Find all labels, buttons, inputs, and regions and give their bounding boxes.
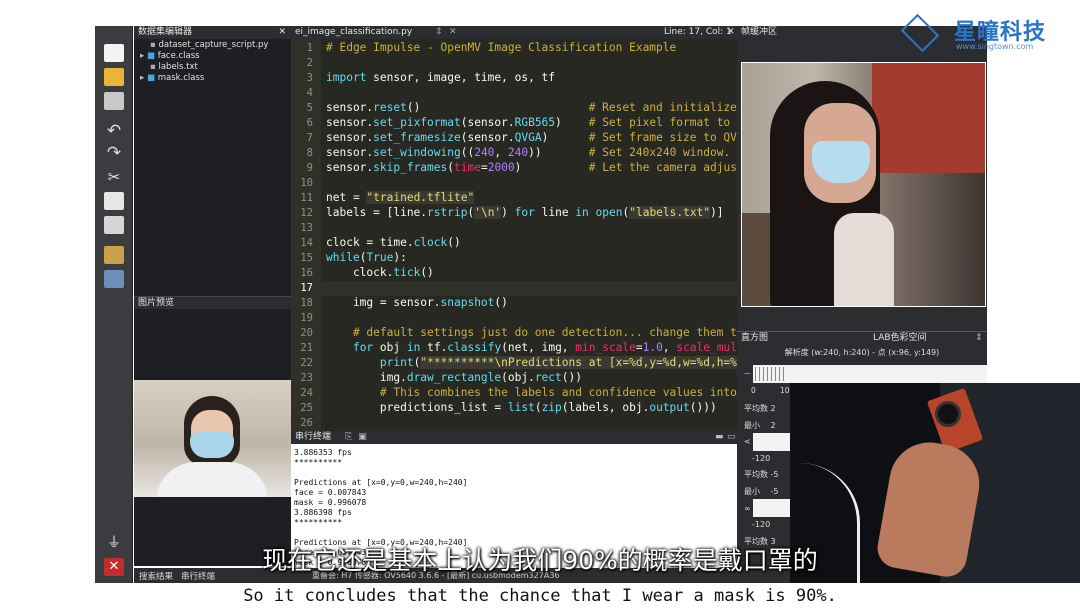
code-line: 16 clock.tick() (300, 266, 434, 279)
code-editor[interactable]: ei_image_classification.py ⇕ ✕ Line: 17,… (291, 26, 737, 431)
frame-buffer-icon[interactable] (104, 246, 124, 264)
code-line: 13 (300, 222, 313, 234)
code-line: 9 sensor.skip_frames(time=2000) # Let the… (306, 161, 737, 174)
maximize-icon[interactable]: ▭ (727, 431, 736, 444)
editor-tab-bar: ei_image_classification.py ⇕ ✕ Line: 17,… (291, 26, 737, 39)
undo-icon[interactable]: ↶ (104, 122, 124, 140)
code-line: 25 predictions_list = list(zip(labels, o… (300, 401, 717, 414)
code-line: 23 img.draw_rectangle(obj.rect()) (300, 371, 582, 384)
close-icon[interactable]: ✕ (449, 26, 457, 39)
code-line: 15 while(True): (300, 251, 407, 264)
code-line: 24 # This combines the labels and confid… (300, 386, 737, 399)
code-line: 5 sensor.reset() # Reset and initialize (306, 101, 737, 114)
terminal-line: ********** (294, 518, 343, 527)
terminal-line: 3.886398 fps (294, 508, 352, 517)
stat-row: -120 (752, 453, 771, 463)
image-icon[interactable] (104, 270, 124, 288)
brand-url: www.singtown.com (956, 42, 1034, 51)
dataset-editor-title: 数据集编辑器 ✕ (134, 26, 291, 39)
frame-buffer-panel: 帧缓冲区 (737, 26, 987, 331)
new-file-icon[interactable] (104, 44, 124, 62)
code-area[interactable]: 1 # Edge Impulse - OpenMV Image Classific… (291, 39, 737, 431)
terminal-line: mask = 0.996078 (294, 498, 367, 507)
terminal-line: Predictions at [x=0,y=0,w=240,h=240] (294, 478, 468, 487)
terminal-line: ********** (294, 458, 343, 467)
code-line: 7 sensor.set_framesize(sensor.QVGA) # Set… (306, 131, 737, 144)
tree-item-file[interactable]: ▪ labels.txt (140, 62, 291, 73)
code-line: 3 import sensor, image, time, os, tf (306, 71, 556, 84)
terminal-clear-icon[interactable]: ▣ (358, 432, 367, 442)
code-line: 20 # default settings just do one detect… (300, 326, 737, 339)
cursor-position: Line: 17, Col: 1 (664, 27, 732, 37)
histogram-b-channel (753, 499, 793, 517)
close-icon[interactable]: ✕ (727, 26, 735, 39)
copy-icon[interactable] (104, 192, 124, 210)
code-line: 18 img = sensor.snapshot() (300, 296, 508, 309)
histogram-title: 直方图 LAB色彩空间 ⇕ (737, 331, 987, 344)
axis-tick: 10 (780, 386, 790, 395)
logo-icon (900, 13, 940, 53)
resolution-readout: 解析度 (w:240, h:240) - 点 (x:96, y:149) (784, 348, 940, 357)
serial-terminal-title: 串行终端 ⎘ ▣ ▬ ▭ (291, 431, 737, 444)
file-switch-icon[interactable]: ⇕ (435, 26, 443, 39)
code-line: 26 (300, 417, 313, 429)
close-icon[interactable]: ✕ (278, 26, 286, 39)
terminal-line: face = 0.007843 (294, 488, 367, 497)
tree-item-folder[interactable]: ▸ ■ mask.class (140, 73, 291, 84)
tree-item-file[interactable]: ▪ dataset_capture_script.py (140, 40, 291, 51)
code-line: 2 (306, 57, 313, 69)
preview-image (134, 380, 291, 497)
code-line: 6 sensor.set_pixformat(sensor.RGB565) # S… (306, 116, 731, 129)
axis-tick: 0 (751, 386, 756, 395)
code-line-current: 17 (291, 281, 737, 296)
code-line: 21 for obj in tf.classify(net, img, min_… (300, 341, 737, 354)
stat-row: 平均数 -5 (744, 470, 779, 480)
terminal-export-icon[interactable]: ⎘ (345, 432, 352, 442)
code-line: 22 print("**********\nPredictions at [x=… (300, 356, 737, 369)
editor-filename[interactable]: ei_image_classification.py (295, 27, 412, 37)
camera-lens (935, 401, 961, 427)
minimize-icon[interactable]: ▬ (715, 431, 724, 444)
redo-icon[interactable]: ↷ (104, 144, 124, 162)
chevron-down-icon[interactable]: ⇕ (975, 332, 983, 345)
histogram-l-channel (753, 365, 987, 383)
paste-icon[interactable] (104, 216, 124, 234)
code-line: 1 # Edge Impulse - OpenMV Image Classific… (306, 41, 677, 54)
code-line: 12 labels = [line.rstrip('\n') for line i… (300, 206, 724, 219)
subtitle-chinese: 现在它还是基本上认为我们90%的概率是戴口罩的 (262, 546, 818, 575)
brand-logo: 星瞳科技 www.singtown.com (898, 10, 1068, 54)
camera-frame (741, 62, 986, 307)
histogram-stats: 平均数 2 最小 2 < -120 平均数 -5 最小 -5 ∞ -120 平均… (744, 401, 779, 550)
code-line: 4 (306, 87, 313, 99)
image-preview-panel: 图片预览 (134, 296, 291, 566)
histogram-a-channel (753, 433, 793, 451)
code-line: 14 clock = time.clock() (300, 236, 461, 249)
code-line: 10 (300, 177, 313, 189)
stat-row: 最小 2 (744, 420, 776, 430)
main-toolbar: ↶ ↷ ✂ ⏚ ✕ (95, 26, 133, 583)
cut-icon[interactable]: ✂ (104, 168, 124, 186)
dataset-editor-panel: 数据集编辑器 ✕ ▪ dataset_capture_script.py ▸ ■ … (134, 26, 291, 296)
image-preview-title: 图片预览 (134, 296, 291, 309)
open-folder-icon[interactable] (104, 68, 124, 86)
code-line: 11 net = "trained.tflite" (300, 191, 475, 204)
save-icon[interactable] (104, 92, 124, 110)
colorspace-select[interactable]: LAB色彩空间 (873, 332, 927, 345)
stat-row: -120 (752, 520, 771, 530)
terminal-line: 3.886353 fps (294, 448, 352, 457)
stat-row: 平均数 2 (744, 404, 776, 413)
subtitle-english: So it concludes that the chance that I w… (0, 583, 1080, 609)
tree-item-folder[interactable]: ▸ ■ face.class (140, 51, 291, 62)
code-line: 19 (300, 312, 313, 324)
code-line: 8 sensor.set_windowing((240, 240)) # Set … (306, 146, 731, 159)
